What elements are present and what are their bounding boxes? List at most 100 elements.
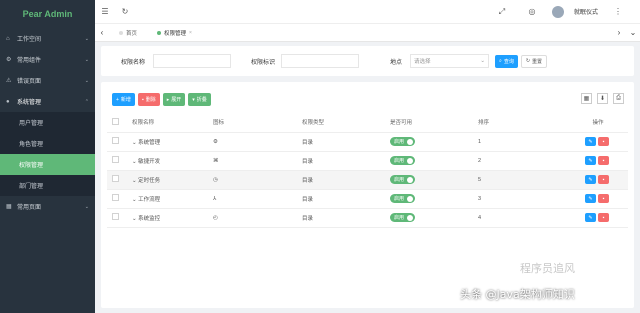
dashboard-icon: ⌂ xyxy=(6,35,10,42)
row-checkbox[interactable] xyxy=(112,213,119,220)
switch-label: 启用 xyxy=(394,177,405,183)
permission-code-input[interactable] xyxy=(281,54,359,68)
export-icon[interactable]: ⬇ xyxy=(597,93,608,104)
reset-button-label: 重置 xyxy=(532,58,543,65)
address-select[interactable]: 请选择 ⌄ xyxy=(410,54,489,68)
brand-title[interactable]: Pear Admin xyxy=(0,0,95,28)
delete-button[interactable]: ▪ 删除 xyxy=(137,93,160,106)
trash-icon[interactable]: ▪ xyxy=(598,194,609,203)
permission-sort: 5 xyxy=(478,170,568,190)
table-row[interactable]: ⌄ 系统管理 ⚙ 目录 启用 1 ✎ ▪ xyxy=(107,132,628,152)
select-all-cell xyxy=(107,113,125,133)
trash-icon[interactable]: ▪ xyxy=(598,137,609,146)
row-checkbox[interactable] xyxy=(112,194,119,201)
expand-icon: ▸ xyxy=(166,96,170,103)
menu-toggle-icon[interactable]: ☰ xyxy=(95,7,115,16)
sidebar-item-departments[interactable]: 部门管理 xyxy=(0,175,95,196)
watermark-logo: 程序员追风 xyxy=(520,262,575,275)
reset-button[interactable]: ↻ 重置 xyxy=(520,54,548,68)
sidebar-item-common-pages[interactable]: ▦ 常用页面 ⌄ xyxy=(0,196,95,217)
permission-sort: 3 xyxy=(478,189,568,209)
table-row[interactable]: ⌄ 系统监控 ◴ 目录 启用 4 ✎ ▪ xyxy=(107,208,628,228)
expand-button[interactable]: ▸ 展开 xyxy=(162,93,186,106)
sidebar-item-label: 工作空间 xyxy=(17,37,42,43)
sidebar-item-system[interactable]: ● 系统管理 ⌃ xyxy=(0,91,95,112)
sidebar-item-components[interactable]: ⚙ 常用组件 ⌄ xyxy=(0,49,95,70)
edit-icon[interactable]: ✎ xyxy=(585,213,596,222)
enabled-switch[interactable]: 启用 xyxy=(390,213,416,222)
permission-name: 工作流程 xyxy=(138,196,161,203)
sidebar-item-users[interactable]: 用户管理 xyxy=(0,112,95,133)
chevron-down-icon[interactable]: ⌄ xyxy=(132,197,137,203)
table-row[interactable]: ⌄ 定时任务 ◷ 目录 启用 5 ✎ ▪ xyxy=(107,170,628,190)
edit-icon[interactable]: ✎ xyxy=(585,156,596,165)
collapse-button[interactable]: ▾ 折叠 xyxy=(188,93,211,106)
avatar[interactable] xyxy=(551,5,564,18)
sidebar-item-permissions[interactable]: 权限管理 xyxy=(0,154,95,175)
query-button[interactable]: ⌕ 查询 xyxy=(495,54,518,68)
chevron-down-icon[interactable]: ⌄ xyxy=(132,159,137,165)
enabled-switch[interactable]: 启用 xyxy=(390,137,416,146)
add-button[interactable]: + 新增 xyxy=(112,93,135,106)
globe-icon[interactable]: ◎ xyxy=(522,7,542,16)
chevron-down-icon: ⌄ xyxy=(84,77,89,84)
permission-type: 目录 xyxy=(302,170,390,190)
enabled-switch[interactable]: 启用 xyxy=(390,156,416,165)
permission-type: 目录 xyxy=(302,208,390,228)
print-icon[interactable]: ⎙ xyxy=(613,93,624,104)
switch-knob xyxy=(407,214,414,221)
chevron-down-icon[interactable]: ⌄ xyxy=(132,216,137,222)
sidebar-item-workspace[interactable]: ⌂ 工作空间 ⌄ xyxy=(0,28,95,49)
tab-bar: ‹ 首页 权限管理 × › ⌄ xyxy=(95,24,640,42)
chevron-down-icon[interactable]: ⌄ xyxy=(132,178,137,184)
enabled-switch[interactable]: 启用 xyxy=(390,175,416,184)
col-header-icon[interactable]: 图标 xyxy=(213,113,302,133)
plus-icon: + xyxy=(116,96,119,103)
edit-icon[interactable]: ✎ xyxy=(585,194,596,203)
sidebar-item-errors[interactable]: ⚠ 错误页面 ⌄ xyxy=(0,70,95,91)
add-button-label: 新增 xyxy=(120,97,131,103)
edit-icon[interactable]: ✎ xyxy=(585,175,596,184)
watermark-text: 头条 @Java架构师知识 xyxy=(460,288,575,301)
col-header-type[interactable]: 权限类型 xyxy=(302,113,390,133)
sidebar-item-roles[interactable]: 角色管理 xyxy=(0,133,95,154)
permission-icon: ⌘ xyxy=(213,157,219,164)
permission-icon: ⅄ xyxy=(213,195,217,202)
select-all-checkbox[interactable] xyxy=(112,117,119,125)
col-header-name[interactable]: 权限名称 xyxy=(125,113,213,133)
switch-label: 启用 xyxy=(394,139,405,145)
columns-icon[interactable]: ▦ xyxy=(581,93,592,104)
close-icon[interactable]: × xyxy=(189,30,192,36)
permission-name-input[interactable] xyxy=(153,54,231,68)
sidebar-item-label: 常用组件 xyxy=(17,58,42,64)
row-checkbox[interactable] xyxy=(112,156,119,163)
switch-label: 启用 xyxy=(394,158,405,164)
col-header-sort[interactable]: 排序 xyxy=(478,113,568,133)
user-name[interactable]: 就眠仪式 xyxy=(574,7,598,16)
refresh-icon[interactable]: ↻ xyxy=(115,7,135,16)
trash-icon[interactable]: ▪ xyxy=(598,156,609,165)
tab-permissions-label: 权限管理 xyxy=(164,30,187,37)
table-row[interactable]: ⌄ 工作流程 ⅄ 目录 启用 3 ✎ ▪ xyxy=(107,189,628,209)
more-icon[interactable]: ⋮ xyxy=(608,7,628,16)
chevron-down-icon: ⌄ xyxy=(84,35,89,42)
row-checkbox[interactable] xyxy=(112,175,119,182)
tab-scroll-left-icon[interactable]: ‹ xyxy=(95,28,109,37)
row-checkbox[interactable] xyxy=(112,137,119,144)
fullscreen-icon[interactable]: ⤢ xyxy=(492,7,512,17)
tab-menu-icon[interactable]: ⌄ xyxy=(626,28,640,37)
tab-permissions[interactable]: 权限管理 × xyxy=(147,29,202,37)
edit-icon[interactable]: ✎ xyxy=(585,137,596,146)
enabled-switch[interactable]: 启用 xyxy=(390,194,416,203)
trash-icon[interactable]: ▪ xyxy=(598,175,609,184)
sidebar-item-label: 系统管理 xyxy=(17,100,42,106)
address-placeholder: 请选择 xyxy=(414,59,431,65)
chevron-down-icon[interactable]: ⌄ xyxy=(132,140,137,146)
col-header-enabled[interactable]: 是否可用 xyxy=(390,113,478,133)
table-row[interactable]: ⌄ 敏捷开发 ⌘ 目录 启用 2 ✎ ▪ xyxy=(107,151,628,171)
tab-home[interactable]: 首页 xyxy=(109,29,147,37)
switch-label: 启用 xyxy=(394,196,405,202)
tab-scroll-right-icon[interactable]: › xyxy=(612,28,626,37)
trash-icon[interactable]: ▪ xyxy=(598,213,609,222)
switch-knob xyxy=(407,157,414,164)
